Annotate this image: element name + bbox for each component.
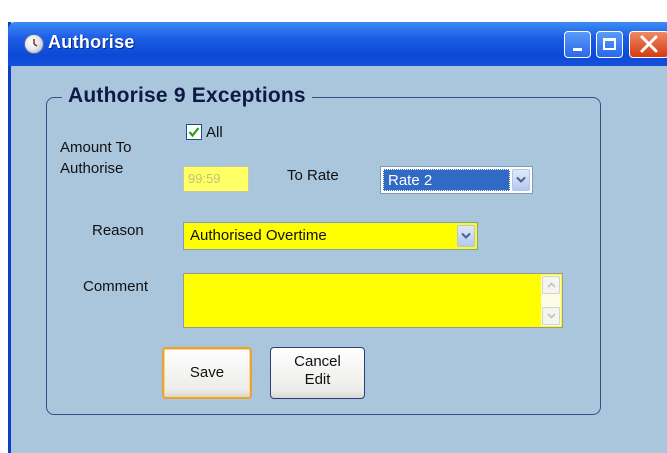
- amount-field[interactable]: 99:59: [183, 166, 249, 192]
- amount-label-line2: Authorise: [60, 160, 124, 177]
- rate-select-value: Rate 2: [383, 169, 510, 191]
- comment-textarea[interactable]: [183, 273, 563, 328]
- save-button[interactable]: Save: [162, 347, 252, 399]
- chevron-down-icon: [461, 232, 471, 239]
- comment-label: Comment: [83, 278, 149, 295]
- maximize-button[interactable]: [596, 31, 623, 58]
- amount-label-line1: Amount To: [60, 139, 132, 156]
- all-checkbox-label[interactable]: All: [206, 124, 223, 141]
- scroll-up-button[interactable]: [542, 276, 560, 294]
- reason-dropdown-button[interactable]: [457, 225, 475, 247]
- group-title: Authorise 9 Exceptions: [62, 84, 312, 108]
- scroll-down-button[interactable]: [542, 307, 560, 325]
- window-title: Authorise: [48, 32, 135, 52]
- maximize-icon: [603, 38, 616, 50]
- comment-scrollbar[interactable]: [541, 275, 561, 326]
- chevron-down-icon: [516, 176, 526, 183]
- reason-label: Reason: [92, 222, 144, 239]
- cancel-edit-button[interactable]: Cancel Edit: [270, 347, 365, 399]
- cancel-edit-label-line2: Edit: [304, 371, 331, 388]
- reason-select-value: Authorised Overtime: [190, 227, 327, 244]
- close-icon: [640, 35, 658, 53]
- cancel-edit-label-line1: Cancel: [294, 353, 341, 370]
- minimize-button[interactable]: [564, 31, 591, 58]
- checkmark-icon: [188, 127, 200, 138]
- rate-select[interactable]: Rate 2: [380, 166, 533, 194]
- clock-icon: [24, 34, 44, 54]
- close-button[interactable]: [629, 31, 667, 58]
- to-rate-label: To Rate: [287, 167, 339, 184]
- title-bar[interactable]: Authorise: [8, 22, 667, 66]
- reason-select[interactable]: Authorised Overtime: [183, 222, 478, 250]
- all-checkbox[interactable]: [186, 124, 202, 140]
- minimize-icon: [573, 48, 582, 51]
- chevron-down-icon: [547, 313, 556, 319]
- rate-dropdown-button[interactable]: [512, 169, 530, 191]
- chevron-up-icon: [547, 282, 556, 288]
